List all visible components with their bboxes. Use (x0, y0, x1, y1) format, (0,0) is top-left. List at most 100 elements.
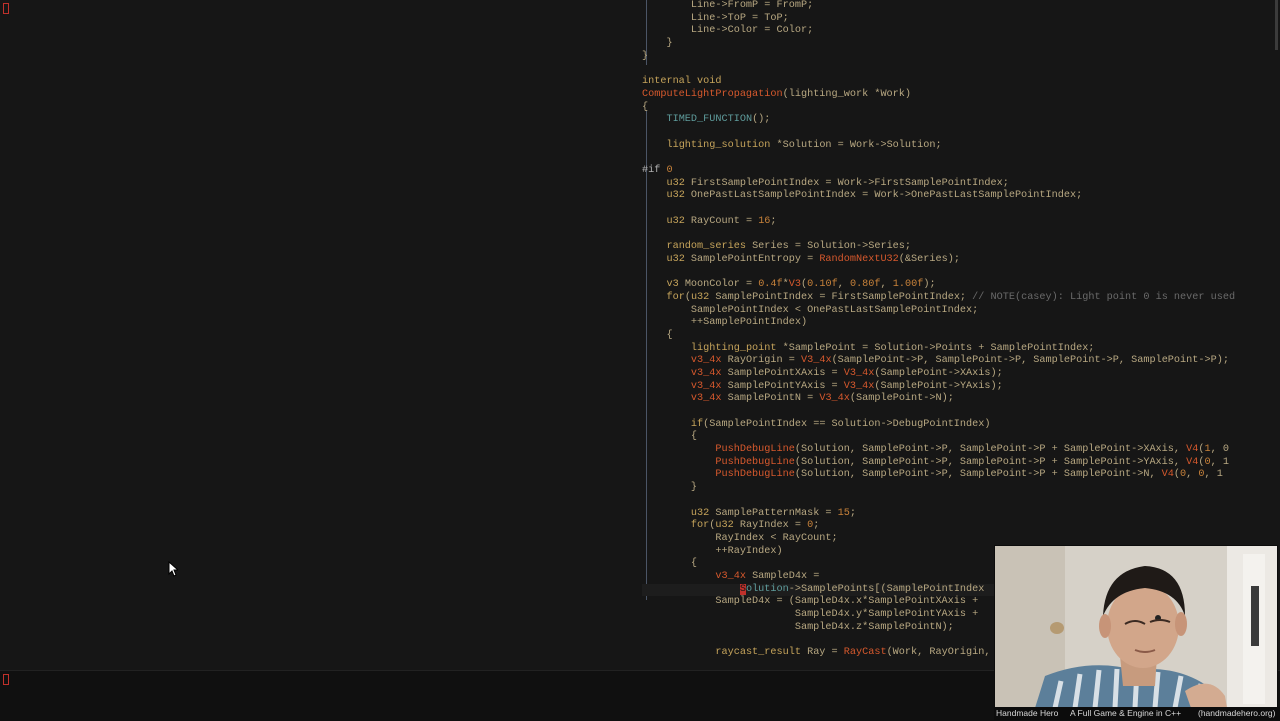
code-line[interactable]: ++SamplePointIndex) (642, 317, 1235, 330)
left-editor-pane[interactable] (0, 0, 640, 670)
code-line[interactable] (642, 127, 1235, 140)
code-line[interactable]: PushDebugLine(Solution, SamplePoint->P, … (642, 469, 1235, 482)
code-line[interactable]: Line->ToP = ToP; (642, 13, 1235, 26)
code-line[interactable]: u32 SamplePatternMask = 15; (642, 508, 1235, 521)
code-token: OnePastLastSamplePointIndex = Work->OneP… (684, 190, 1083, 202)
code-line[interactable]: Line->Color = Color; (642, 25, 1235, 38)
scrollbar-thumb[interactable] (1275, 0, 1278, 50)
code-token: (&Series); (898, 253, 960, 265)
code-line[interactable]: TIMED_FUNCTION(); (642, 114, 1235, 127)
code-line[interactable]: Line->FromP = FromP; (642, 0, 1235, 13)
code-line[interactable]: v3_4x SamplePointYAxis = V3_4x(SamplePoi… (642, 381, 1235, 394)
code-line[interactable]: v3_4x SamplePointXAxis = V3_4x(SamplePoi… (642, 368, 1235, 381)
code-line[interactable]: } (642, 482, 1235, 495)
code-line[interactable]: internal void (642, 76, 1235, 89)
scrollbar-track[interactable] (1273, 0, 1280, 600)
code-token: if (690, 418, 704, 430)
code-line[interactable] (642, 228, 1235, 241)
code-token: ); (923, 279, 936, 291)
code-line[interactable] (642, 406, 1235, 419)
code-token: (lighting_work *Work) (782, 88, 912, 100)
code-line[interactable]: } (642, 51, 1235, 64)
code-line[interactable]: random_series Series = Solution->Series; (642, 241, 1235, 254)
code-line[interactable]: RayIndex < RayCount; (642, 533, 1235, 546)
code-line[interactable]: u32 FirstSamplePointIndex = Work->FirstS… (642, 178, 1235, 191)
code-token: (SamplePoint->N); (849, 393, 954, 405)
code-token: RayCast (843, 647, 887, 659)
code-token: v3_4x (715, 570, 746, 582)
code-token: u32 (666, 177, 685, 189)
code-line[interactable]: ComputeLightPropagation(lighting_work *W… (642, 89, 1235, 102)
code-line[interactable]: PushDebugLine(Solution, SamplePoint->P, … (642, 457, 1235, 470)
code-line[interactable] (642, 495, 1235, 508)
code-token: 0.10f (807, 279, 838, 291)
code-line[interactable]: for(u32 RayIndex = 0; (642, 520, 1235, 533)
code-token: { (642, 329, 673, 341)
code-line[interactable]: { (642, 431, 1235, 444)
code-token: { (642, 558, 698, 570)
code-line[interactable]: v3_4x SamplePointN = V3_4x(SamplePoint->… (642, 393, 1235, 406)
code-line[interactable] (642, 63, 1235, 76)
code-token: SampleD4x = (745, 570, 820, 582)
code-line[interactable]: } (642, 38, 1235, 51)
code-token: v3 (666, 279, 679, 291)
webcam-overlay (994, 545, 1278, 709)
code-token: v3_4x (690, 380, 722, 392)
code-token: RayIndex < RayCount; (642, 532, 838, 544)
code-line[interactable]: SamplePointIndex < OnePastLastSamplePoin… (642, 305, 1235, 318)
code-token: ->SamplePoints[(SamplePointIndex (788, 583, 985, 595)
code-token: , (837, 279, 850, 291)
code-line[interactable] (642, 203, 1235, 216)
code-token: SamplePatternMask = (709, 507, 838, 519)
code-token: PushDebugLine (715, 469, 795, 481)
code-line[interactable]: u32 SamplePointEntropy = RandomNextU32(&… (642, 254, 1235, 267)
code-line[interactable]: { (642, 102, 1235, 115)
code-line[interactable]: lighting_point *SamplePoint = Solution->… (642, 343, 1235, 356)
code-token: lighting_solution (666, 139, 771, 151)
code-token: 0.4f (758, 279, 783, 291)
code-line[interactable]: for(u32 SamplePointIndex = FirstSamplePo… (642, 292, 1235, 305)
code-line[interactable] (642, 152, 1235, 165)
code-token: internal void (642, 76, 722, 88)
code-line[interactable]: if(SamplePointIndex == Solution->DebugPo… (642, 419, 1235, 432)
code-token: ComputeLightPropagation (642, 88, 783, 100)
code-token: , 1 (1210, 456, 1229, 468)
mouse-pointer-icon (168, 561, 178, 577)
code-line[interactable]: { (642, 330, 1235, 343)
code-token: for (666, 291, 685, 303)
code-token: RayIndex = (733, 520, 808, 532)
code-line[interactable]: v3 MoonColor = 0.4f*V3(0.10f, 0.80f, 1.0… (642, 279, 1235, 292)
code-token: ; (770, 215, 777, 227)
code-line[interactable]: lighting_solution *Solution = Work->Solu… (642, 140, 1235, 153)
code-token: V3_4x (800, 355, 832, 367)
code-token: 0 (666, 164, 673, 176)
code-token: olution (745, 583, 789, 595)
code-token: u32 (690, 507, 710, 519)
code-token: , 0 (1210, 444, 1229, 456)
code-token: (SamplePoint->XAxis); (874, 367, 1003, 379)
code-token: V3_4x (843, 367, 875, 379)
code-token: 0.80f (849, 279, 881, 291)
code-line[interactable]: PushDebugLine(Solution, SamplePoint->P, … (642, 444, 1235, 457)
caption-show-name: Handmade Hero (996, 708, 1059, 718)
code-token: SamplePointN = (721, 393, 820, 405)
code-line[interactable]: #if 0 (642, 165, 1235, 178)
code-token: (SamplePoint->YAxis); (874, 380, 1003, 392)
code-token: u32 (715, 520, 734, 532)
code-token: Series = Solution->Series; (745, 241, 912, 253)
code-line[interactable]: u32 OnePastLastSamplePointIndex = Work->… (642, 190, 1235, 203)
code-token: RayOrigin = (721, 355, 801, 367)
code-line[interactable]: u32 RayCount = 16; (642, 216, 1235, 229)
code-token: u32 (666, 190, 685, 202)
code-line[interactable]: v3_4x RayOrigin = V3_4x(SamplePoint->P, … (642, 355, 1235, 368)
code-line[interactable] (642, 266, 1235, 279)
